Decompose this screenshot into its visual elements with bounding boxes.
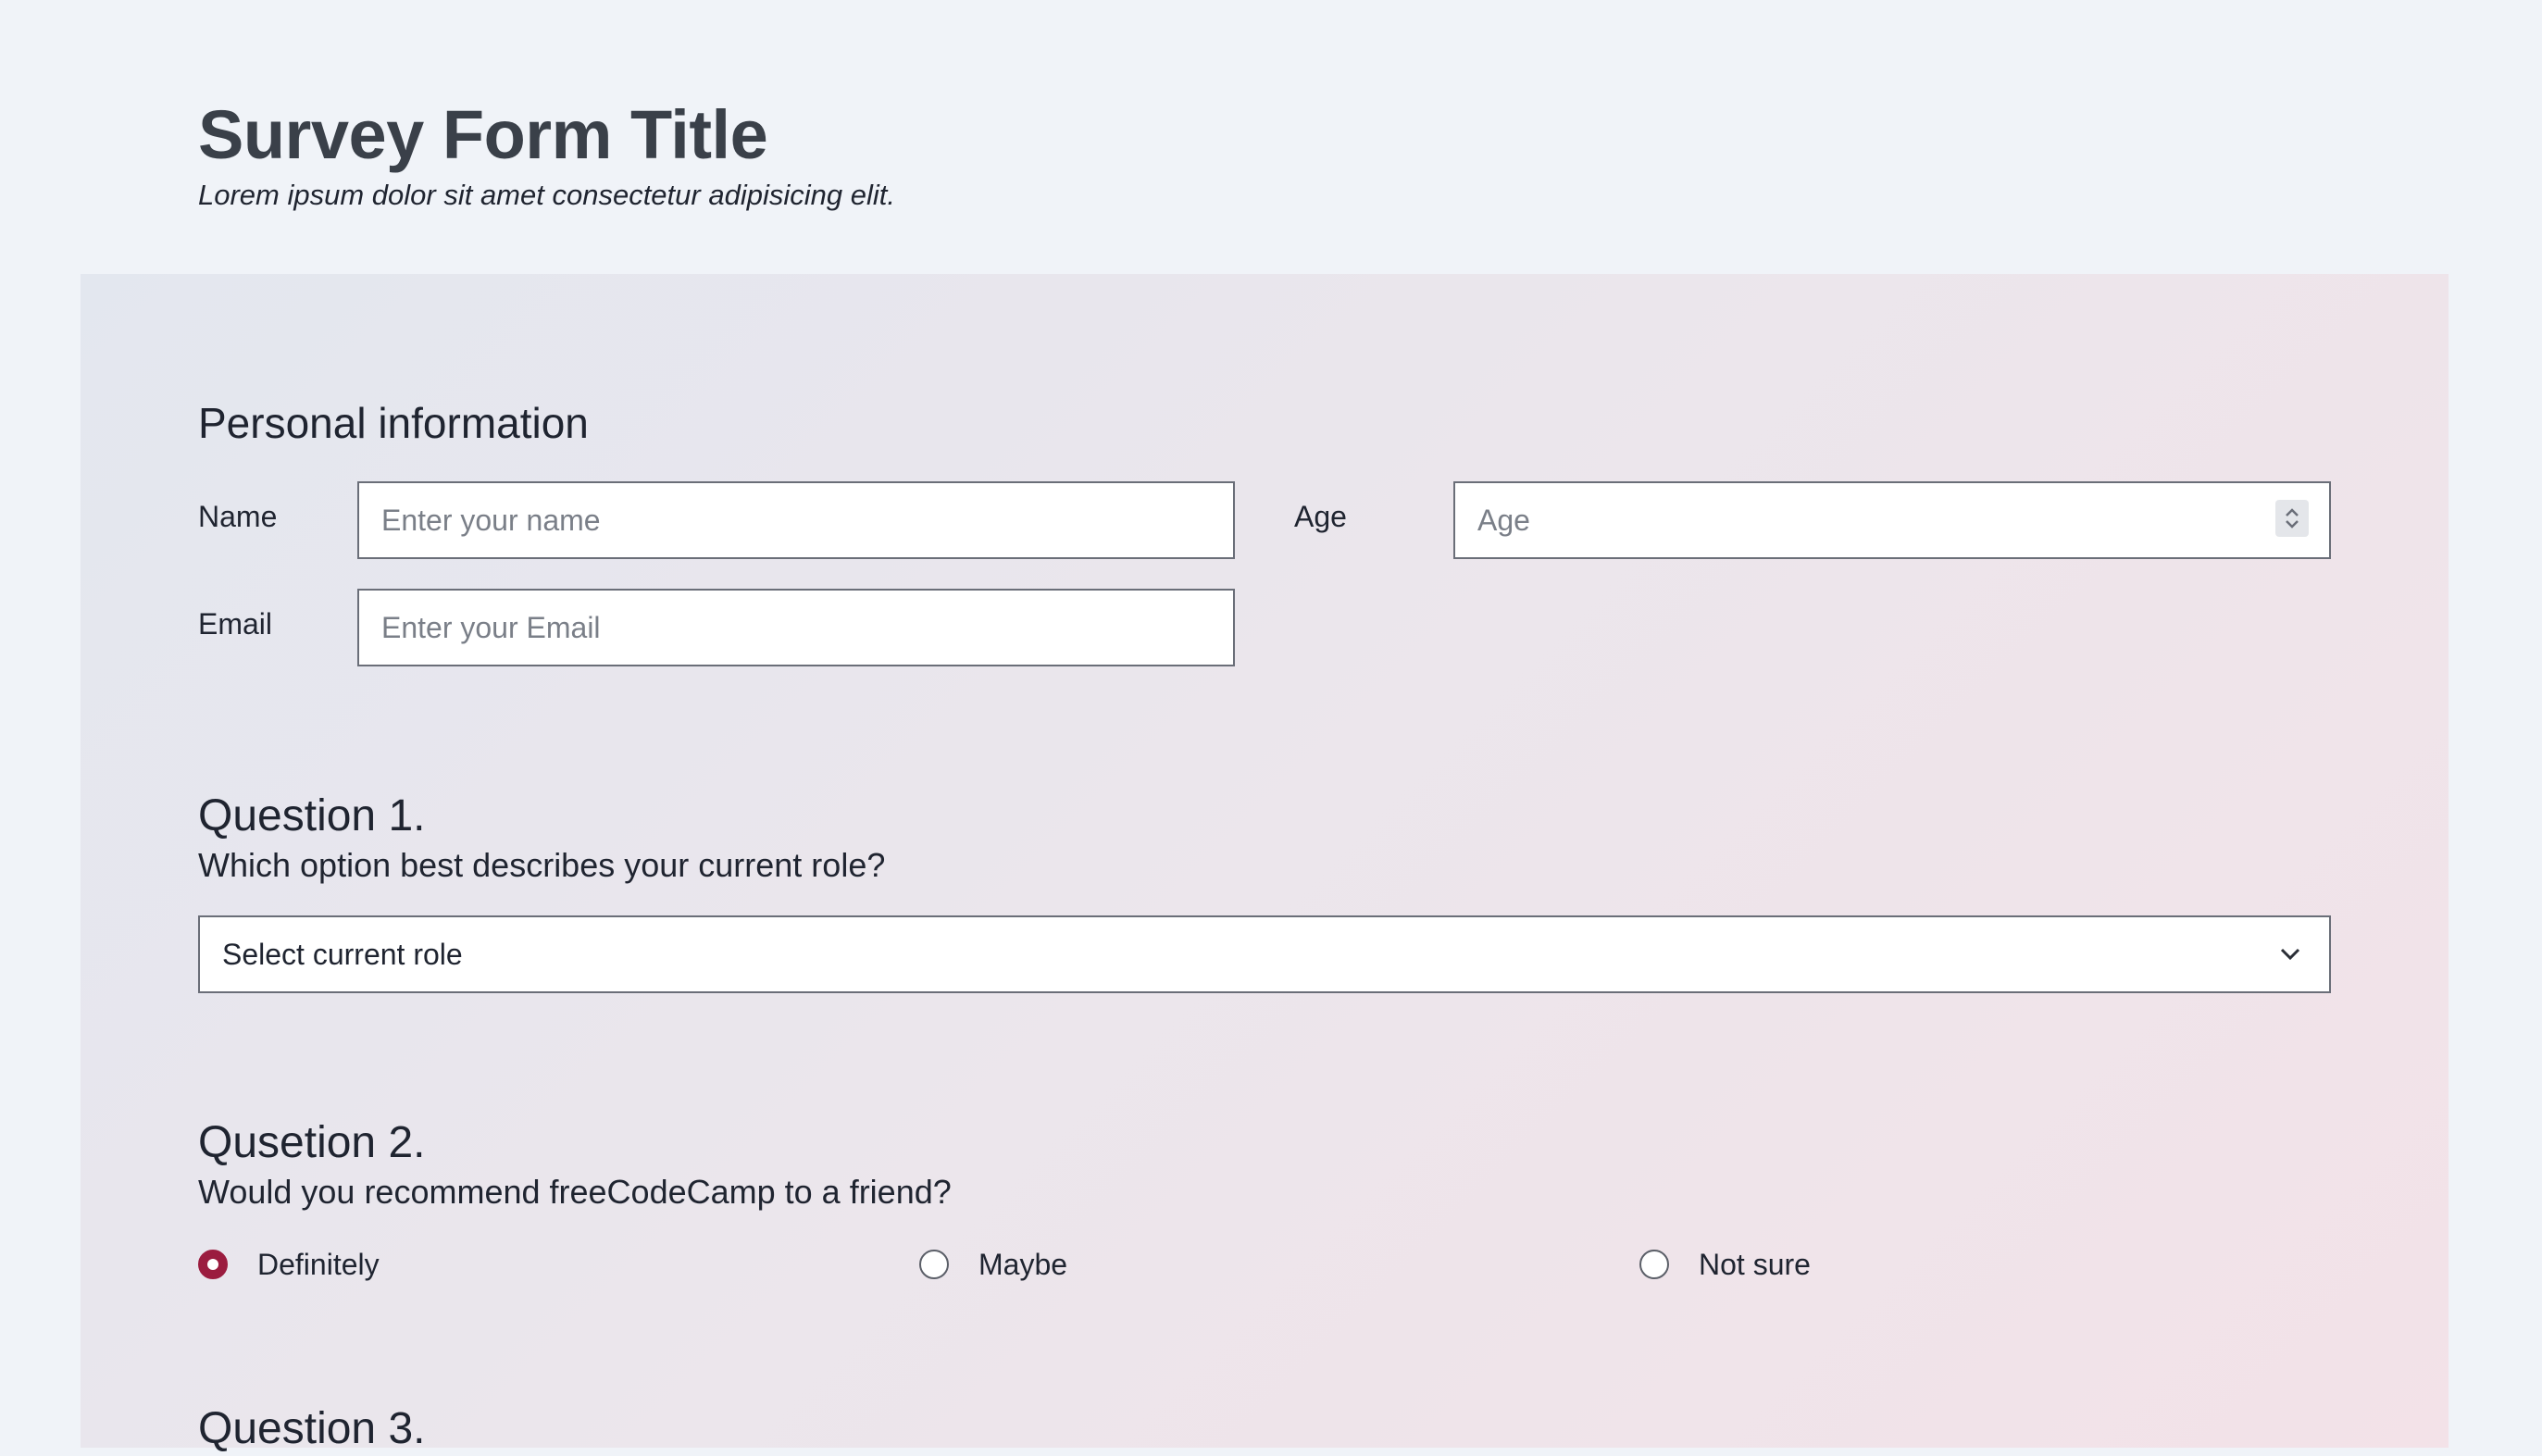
radio-label-maybe: Maybe bbox=[978, 1248, 1068, 1281]
radio-button-maybe[interactable] bbox=[919, 1250, 949, 1279]
age-label: Age bbox=[1294, 500, 1347, 533]
question-2-title: Qusetion 2. bbox=[198, 1118, 426, 1167]
chevron-down-icon bbox=[2275, 940, 2305, 974]
section-heading-personal: Personal information bbox=[198, 399, 589, 447]
radio-option-not-sure[interactable]: Not sure bbox=[1639, 1246, 1811, 1283]
age-input[interactable] bbox=[1453, 481, 2331, 559]
name-label: Name bbox=[198, 500, 278, 533]
question-2-text: Would you recommend freeCodeCamp to a fr… bbox=[198, 1173, 952, 1211]
question-1-title: Question 1. bbox=[198, 791, 426, 840]
spinner-arrows-icon[interactable] bbox=[2275, 500, 2309, 537]
radio-button-definitely[interactable] bbox=[198, 1250, 228, 1279]
page-subtitle: Lorem ipsum dolor sit amet consectetur a… bbox=[198, 179, 895, 211]
radio-option-definitely[interactable]: Definitely bbox=[198, 1246, 380, 1283]
name-input[interactable] bbox=[357, 481, 1235, 559]
question-1-text: Which option best describes your current… bbox=[198, 846, 886, 884]
radio-label-definitely: Definitely bbox=[257, 1248, 380, 1281]
email-input[interactable] bbox=[357, 589, 1235, 666]
page-title: Survey Form Title bbox=[198, 96, 768, 173]
page-header: Survey Form Title Lorem ipsum dolor sit … bbox=[198, 93, 895, 213]
role-select-value: Select current role bbox=[222, 938, 463, 971]
email-label: Email bbox=[198, 607, 273, 641]
radio-option-maybe[interactable]: Maybe bbox=[919, 1246, 1067, 1283]
radio-button-not-sure[interactable] bbox=[1639, 1250, 1669, 1279]
radio-label-not-sure: Not sure bbox=[1699, 1248, 1811, 1281]
role-select[interactable]: Select current role bbox=[198, 915, 2331, 993]
survey-form: Personal information Name Age Email Ques… bbox=[81, 274, 2449, 1453]
question-3-title: Question 3. bbox=[198, 1404, 426, 1453]
age-field-wrapper bbox=[1453, 481, 2331, 559]
